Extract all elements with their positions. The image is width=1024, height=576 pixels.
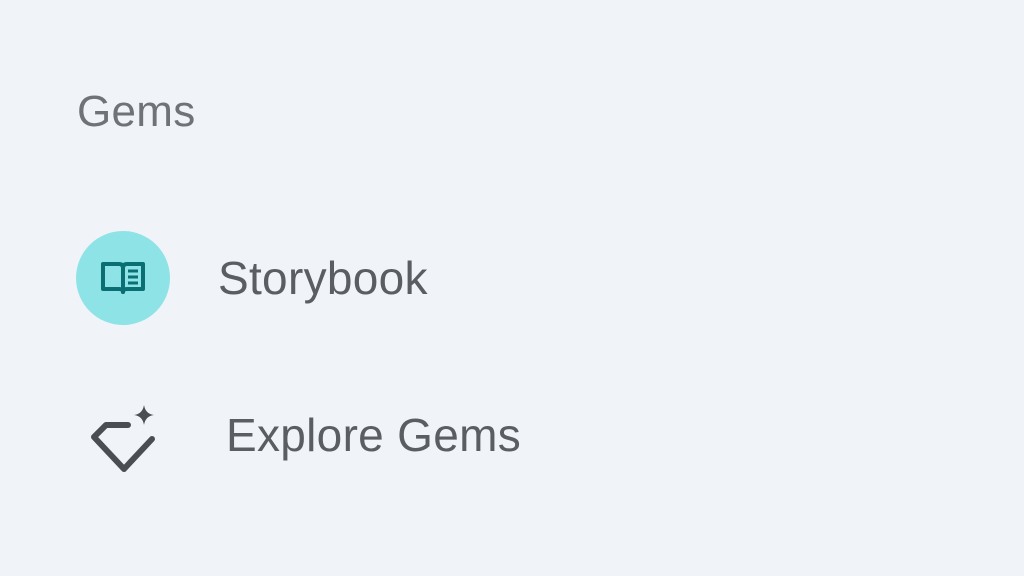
explore-gems-label: Explore Gems	[226, 409, 522, 461]
gem-item-storybook[interactable]: Storybook	[56, 218, 756, 338]
open-book-icon	[101, 262, 145, 294]
storybook-icon-badge	[76, 231, 170, 325]
gems-panel: Gems Storybook Explore Gems	[0, 0, 1024, 576]
gems-section-heading: Gems	[77, 87, 196, 136]
explore-gems-item[interactable]: Explore Gems	[56, 375, 756, 495]
gem-sparkle-icon	[91, 405, 155, 472]
gem-item-label: Storybook	[218, 252, 428, 304]
